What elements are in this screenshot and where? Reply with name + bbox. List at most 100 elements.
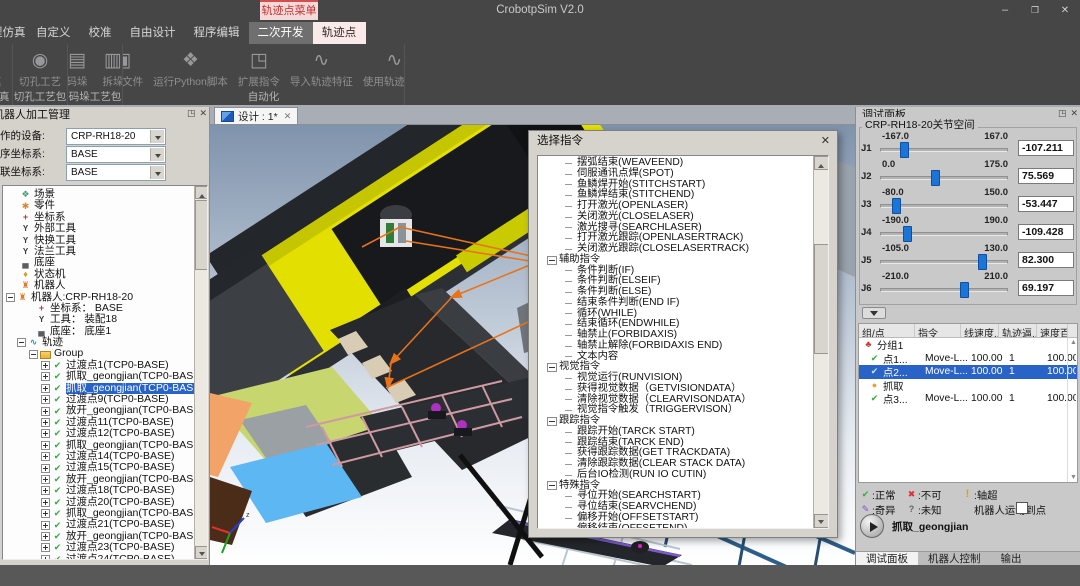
ribbon-button[interactable]: 仿真 bbox=[0, 46, 9, 90]
tab-close-icon[interactable]: ✕ bbox=[284, 111, 292, 122]
tree-expander-icon[interactable] bbox=[41, 395, 50, 404]
ribbon-button[interactable]: 切孔工艺 bbox=[14, 46, 66, 90]
tree-item[interactable]: 工具： 装配18 bbox=[5, 314, 193, 325]
instruction-item[interactable]: 跟踪开始(TARCK START) bbox=[541, 427, 812, 438]
status-bar-icon[interactable] bbox=[926, 568, 942, 583]
status-bar-icon[interactable] bbox=[869, 568, 885, 583]
program-frame-select[interactable]: BASE bbox=[66, 146, 166, 163]
play-button[interactable] bbox=[860, 514, 884, 538]
status-bar-icon[interactable] bbox=[1021, 568, 1037, 583]
tree-expander-icon[interactable] bbox=[41, 361, 50, 370]
joint-value-field[interactable]: 75.569 bbox=[1018, 168, 1074, 184]
instruction-item[interactable]: 获得视觉数据（GETVISIONDATA） bbox=[541, 384, 812, 395]
joint-slider-track[interactable] bbox=[880, 288, 1008, 292]
status-bar-icon[interactable] bbox=[1059, 568, 1075, 583]
instruction-item[interactable]: 偏移结束(OFFSETEND) bbox=[541, 524, 812, 530]
window-control-button[interactable] bbox=[990, 0, 1020, 20]
scroll-up-icon[interactable] bbox=[195, 186, 208, 199]
trajectory-point-menu-popup[interactable]: 轨迹点菜单 bbox=[260, 0, 318, 20]
ribbon-tab[interactable]: 程序编辑 bbox=[185, 22, 249, 44]
instruction-item[interactable]: 伺服通讯点焊(SPOT) bbox=[541, 169, 812, 180]
waypoint-table-row[interactable]: 点1... Move-L... 100.00 1 100.00 bbox=[859, 352, 1077, 366]
tree-expander-icon[interactable] bbox=[41, 509, 50, 518]
status-bar-icon[interactable] bbox=[1002, 568, 1018, 583]
waypoint-table-row[interactable]: 点2... Move-L... 100.00 1 100.00 bbox=[859, 365, 1077, 379]
ribbon-button[interactable]: 码垛 bbox=[68, 46, 95, 90]
scroll-down-icon[interactable] bbox=[814, 514, 829, 528]
dialog-close-icon[interactable]: ✕ bbox=[821, 134, 830, 147]
column-header[interactable]: 速度百... bbox=[1037, 324, 1068, 337]
instruction-item[interactable]: 偏移开始(OFFSETSTART) bbox=[541, 513, 812, 524]
ribbon-button[interactable]: 导入轨迹特征 bbox=[285, 46, 358, 90]
joint-slider-thumb[interactable] bbox=[903, 226, 912, 242]
tree-item[interactable]: 过渡点24(TCP0-BASE) bbox=[5, 554, 193, 561]
tree-expander-icon[interactable] bbox=[29, 350, 38, 359]
dialog-scrollbar[interactable] bbox=[813, 156, 828, 528]
tree-scrollbar[interactable] bbox=[194, 186, 207, 559]
tree-expander-icon[interactable] bbox=[17, 338, 26, 347]
tree-expander-icon[interactable] bbox=[41, 521, 50, 530]
ribbon-tab[interactable]: 轨迹点 bbox=[313, 22, 366, 44]
tree-expander-icon[interactable] bbox=[41, 384, 50, 393]
column-header[interactable]: 线速度... bbox=[961, 324, 999, 337]
tree-expander-icon[interactable] bbox=[41, 555, 50, 560]
column-header[interactable]: 组/点 bbox=[859, 324, 915, 337]
joint-value-field[interactable]: -109.428 bbox=[1018, 224, 1074, 240]
ribbon-tab[interactable]: 二次开发 bbox=[249, 22, 313, 44]
joint-slider-track[interactable] bbox=[880, 260, 1008, 264]
joint-slider-thumb[interactable] bbox=[900, 142, 909, 158]
ribbon-button[interactable]: 运行Python脚本 bbox=[148, 46, 233, 90]
tree-expander-icon[interactable] bbox=[41, 407, 50, 416]
status-bar-icon[interactable] bbox=[1040, 568, 1056, 583]
joint-slider-thumb[interactable] bbox=[978, 254, 987, 270]
dock-pin-icon[interactable] bbox=[187, 108, 196, 119]
status-bar-icon[interactable] bbox=[888, 568, 904, 583]
panel-close-icon[interactable] bbox=[1070, 108, 1078, 119]
tree-item[interactable]: 抓取_geongjian(TCP0-BASE) bbox=[5, 371, 193, 382]
scroll-thumb[interactable] bbox=[814, 244, 829, 354]
tree-expander-icon[interactable] bbox=[41, 532, 50, 541]
tree-item[interactable]: 过渡点23(TCP0-BASE) bbox=[5, 542, 193, 553]
bottom-tab[interactable]: 调试面板 bbox=[856, 552, 918, 566]
ribbon-tab[interactable]: 自定义 bbox=[27, 22, 80, 44]
linked-frame-select[interactable]: BASE bbox=[66, 164, 166, 181]
window-control-button[interactable] bbox=[1020, 0, 1050, 20]
bottom-tab[interactable]: 机器人控制 bbox=[918, 552, 991, 566]
scroll-down-icon[interactable] bbox=[195, 546, 208, 559]
joint-slider-track[interactable] bbox=[880, 232, 1008, 236]
tree-expander-icon[interactable] bbox=[41, 464, 50, 473]
tree-expander-icon[interactable] bbox=[41, 486, 50, 495]
waypoint-table-row[interactable]: 分组1 bbox=[859, 338, 1077, 352]
design-document-tab[interactable]: 设计 : 1* ✕ bbox=[214, 107, 298, 124]
joint-value-field[interactable]: 82.300 bbox=[1018, 252, 1074, 268]
column-header[interactable]: 指令 bbox=[915, 324, 961, 337]
tree-item[interactable]: 底座： 底座1 bbox=[5, 326, 193, 337]
bottom-tab[interactable]: 输出 bbox=[991, 552, 1032, 566]
status-bar-icon[interactable] bbox=[964, 568, 980, 583]
joint-slider-thumb[interactable] bbox=[892, 198, 901, 214]
column-header[interactable]: 轨迹逼... bbox=[999, 324, 1037, 337]
panel-close-icon[interactable] bbox=[199, 108, 207, 119]
status-bar-icon[interactable] bbox=[907, 568, 923, 583]
joint-value-field[interactable]: -53.447 bbox=[1018, 196, 1074, 212]
tree-item[interactable]: 轨迹 bbox=[5, 337, 193, 348]
waypoint-table-row[interactable]: 抓取 bbox=[859, 379, 1077, 393]
ribbon-tab[interactable]: 校准 bbox=[80, 22, 121, 44]
joint-slider-track[interactable] bbox=[880, 204, 1008, 208]
tree-expander-icon[interactable] bbox=[41, 498, 50, 507]
joint-slider-thumb[interactable] bbox=[960, 282, 969, 298]
joint-slider-track[interactable] bbox=[880, 148, 1008, 152]
instruction-item[interactable]: 结束条件判断(END IF) bbox=[541, 298, 812, 309]
scroll-thumb[interactable] bbox=[195, 200, 208, 270]
joint-value-field[interactable]: -107.211 bbox=[1018, 140, 1074, 156]
status-bar-icon[interactable] bbox=[983, 568, 999, 583]
expand-cartesian-button[interactable] bbox=[862, 307, 886, 319]
tree-expander-icon[interactable] bbox=[41, 543, 50, 552]
status-bar-icon[interactable] bbox=[945, 568, 961, 583]
waypoint-table-row[interactable]: 点3... Move-L... 100.00 1 100.00 bbox=[859, 392, 1077, 406]
window-control-button[interactable] bbox=[1050, 0, 1080, 20]
dock-pin-icon[interactable] bbox=[1058, 108, 1067, 119]
device-select[interactable]: CRP-RH18-20 bbox=[66, 128, 166, 145]
tree-expander-icon[interactable] bbox=[41, 475, 50, 484]
scroll-up-icon[interactable] bbox=[814, 156, 829, 170]
